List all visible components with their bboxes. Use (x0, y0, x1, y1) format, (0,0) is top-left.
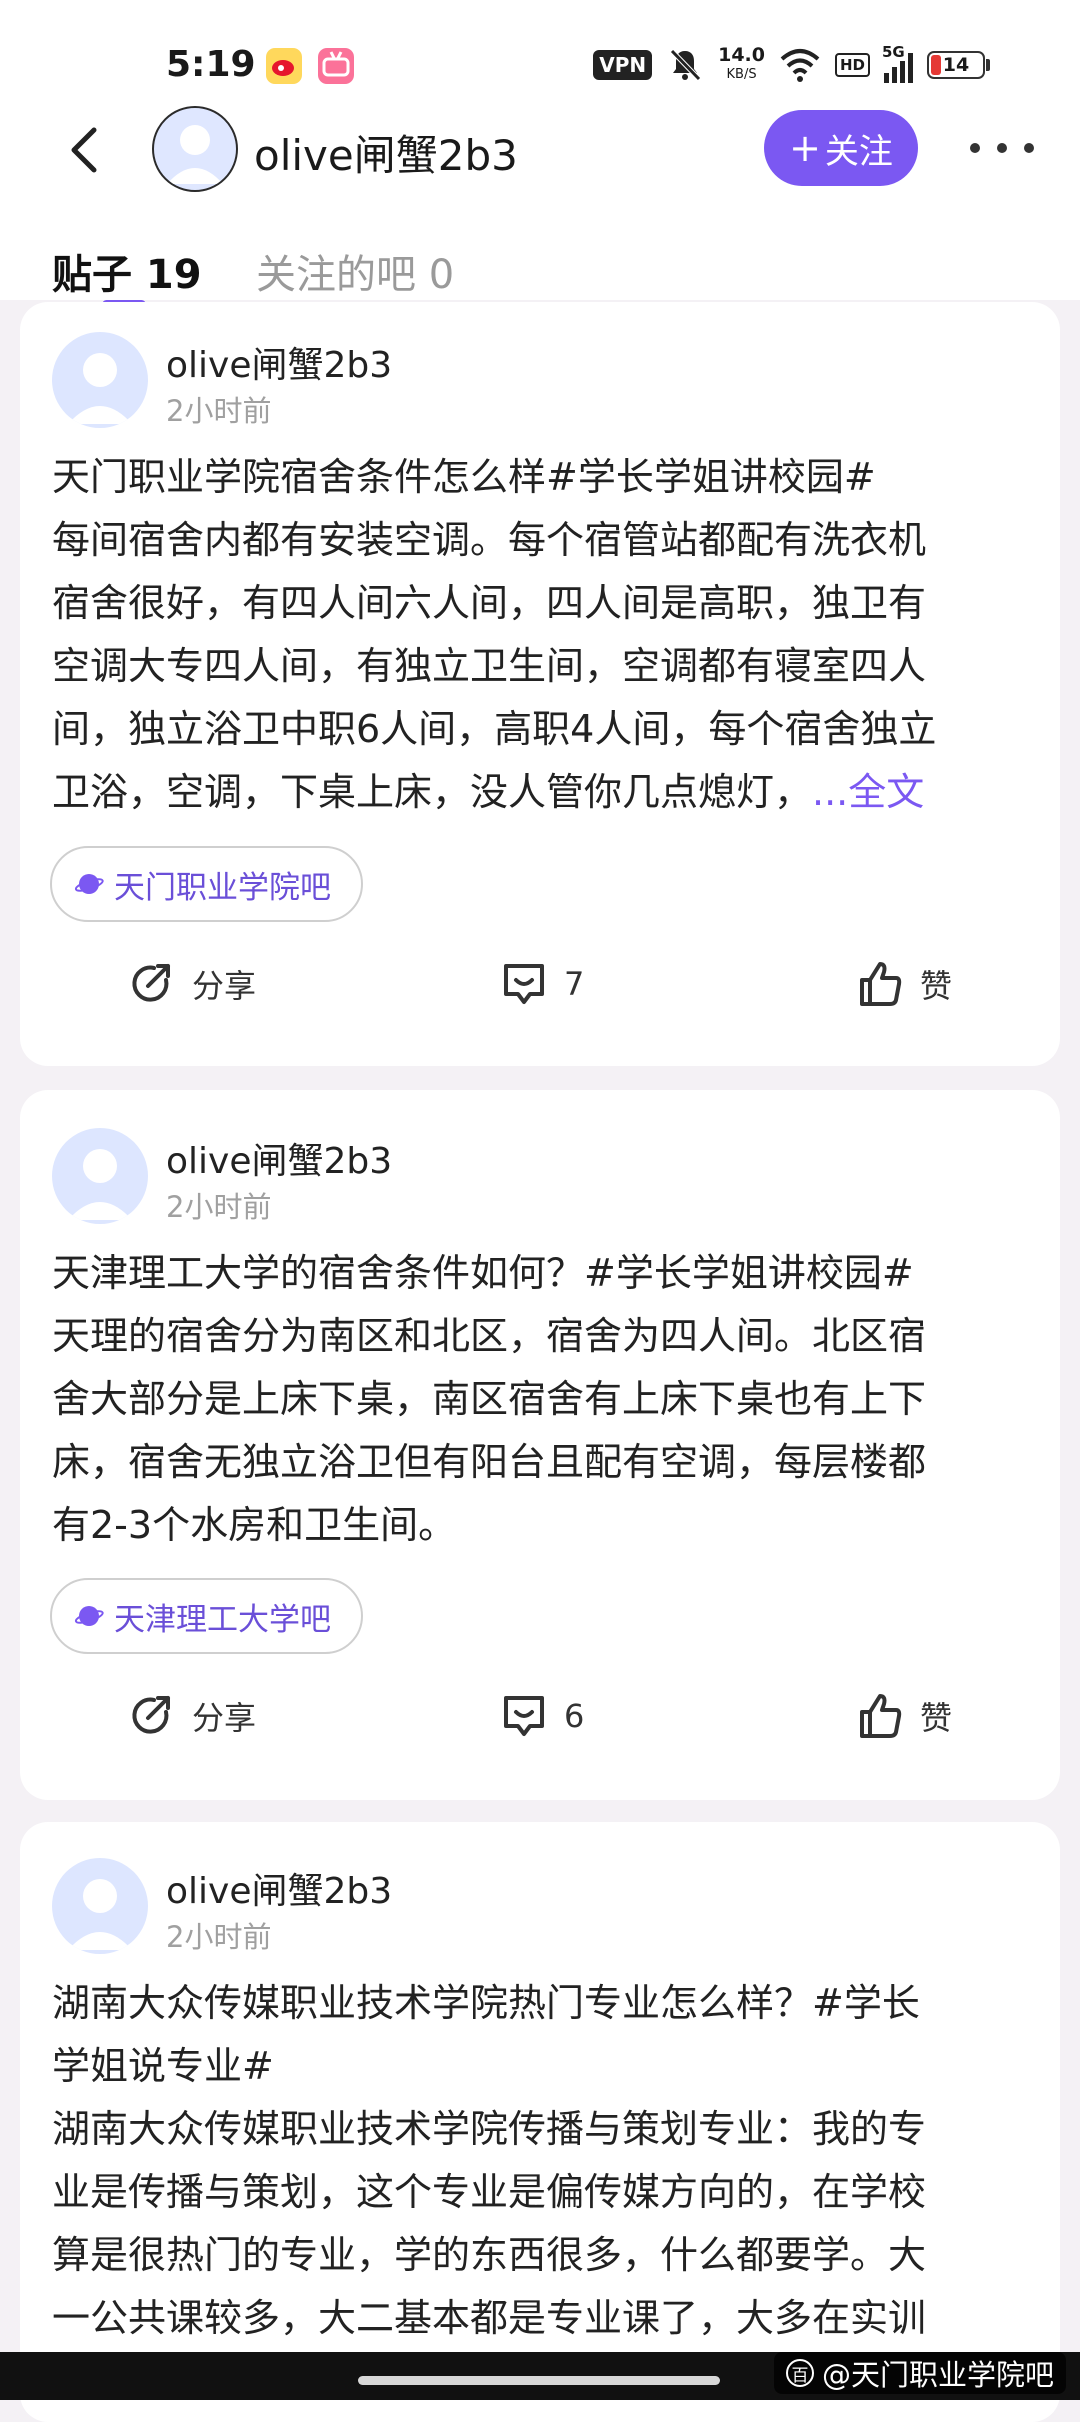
comment-icon (504, 1696, 544, 1736)
post-card[interactable]: olive闸蟹2b3 2小时前 湖南大众传媒职业技术学院热门专业怎么样？#学长 … (20, 1822, 1060, 2422)
post-line: 算是很热门的专业，学的东西很多，什么都要学。大 (52, 2233, 927, 2277)
post-author[interactable]: olive闸蟹2b3 (166, 1862, 392, 1914)
post-card[interactable]: olive闸蟹2b3 2小时前 天门职业学院宿舍条件怎么样#学长学姐讲校园# 每… (20, 302, 1060, 1066)
post-time: 2小时前 (166, 1190, 272, 1224)
post-line: 每间宿舍内都有安装空调。每个宿管站都配有洗衣机 (52, 518, 927, 562)
full-text-link[interactable]: 全文 (848, 770, 924, 814)
post-actions: 分享 7 赞 (20, 958, 1060, 1038)
post-line: 学姐说专业# (52, 2044, 274, 2088)
post-line: 有2-3个水房和卫生间。 (52, 1503, 457, 1547)
tieba-logo-icon: 百 (785, 2359, 814, 2387)
avatar[interactable] (152, 106, 238, 192)
planet-icon (74, 1606, 104, 1626)
post-line: 床，宿舍无独立浴卫但有阳台且配有空调，每层楼都 (52, 1440, 927, 1484)
home-indicator[interactable] (358, 2376, 720, 2385)
comment-button[interactable]: 6 (498, 1690, 584, 1742)
battery-icon: 14 (927, 51, 990, 79)
post-line: 湖南大众传媒职业技术学院传播与策划专业：我的专 (52, 2107, 927, 2151)
bilibili-app-icon (318, 48, 354, 84)
post-line: 湖南大众传媒职业技术学院热门专业怎么样？#学长 (52, 1981, 920, 2025)
status-bar: 5:19 VPN 14.0 KB/S HD 5G 14 (0, 0, 1080, 100)
plus-icon: + (789, 126, 821, 170)
vpn-badge: VPN (593, 50, 653, 80)
like-label: 赞 (920, 967, 953, 1005)
tab-posts[interactable]: 贴子 19 (52, 242, 202, 300)
status-icons: VPN 14.0 KB/S HD 5G 14 (593, 43, 990, 84)
post-line: 天理的宿舍分为南区和北区，宿舍为四人间。北区宿 (52, 1314, 927, 1358)
dot-icon (1024, 143, 1034, 153)
share-label: 分享 (192, 967, 257, 1005)
share-button[interactable]: 分享 (126, 1690, 256, 1742)
hd-badge: HD (834, 53, 870, 77)
post-time: 2小时前 (166, 394, 272, 428)
share-icon (132, 1696, 170, 1734)
comment-count: 6 (564, 1697, 585, 1735)
post-line: 宿舍很好，有四人间六人间，四人间是高职，独卫有 (52, 581, 927, 625)
share-button[interactable]: 分享 (126, 958, 256, 1010)
post-line: 一公共课较多，大二基本都是专业课了，大多在实训 (52, 2296, 927, 2340)
comment-count: 7 (564, 965, 585, 1003)
thumbs-up-icon (860, 1694, 902, 1738)
comment-icon (504, 964, 544, 1004)
signal-icon: 5G (882, 43, 913, 83)
watermark: 百 @天门职业学院吧 (773, 2352, 1066, 2394)
status-time: 5:19 (166, 44, 256, 85)
bar-tag-label: 天门职业学院吧 (114, 869, 331, 906)
thumbs-up-icon (860, 962, 902, 1006)
post-line: 天津理工大学的宿舍条件如何？#学长学姐讲校园# (52, 1251, 914, 1295)
post-author[interactable]: olive闸蟹2b3 (166, 1132, 392, 1184)
post-line: 卫浴，空调，下桌上床，没人管你几点熄灯， (52, 770, 813, 814)
planet-icon (74, 874, 104, 894)
bar-tag[interactable]: 天津理工大学吧 (50, 1578, 363, 1654)
post-body[interactable]: 湖南大众传媒职业技术学院热门专业怎么样？#学长 学姐说专业# 湖南大众传媒职业技… (52, 1972, 1042, 2350)
post-line: 间，独立浴卫中职6人间，高职4人间，每个宿舍独立 (52, 707, 937, 751)
post-body[interactable]: 天津理工大学的宿舍条件如何？#学长学姐讲校园# 天理的宿舍分为南区和北区，宿舍为… (52, 1242, 1042, 1557)
more-options-button[interactable] (970, 124, 1034, 172)
post-author[interactable]: olive闸蟹2b3 (166, 336, 392, 388)
avatar[interactable] (52, 1128, 148, 1224)
bar-tag-label: 天津理工大学吧 (114, 1601, 331, 1638)
tab-followed-bars[interactable]: 关注的吧 0 (256, 242, 454, 300)
follow-label: 关注 (824, 131, 893, 172)
dot-icon (997, 143, 1007, 153)
post-line: 舍大部分是上床下桌，南区宿舍有上床下桌也有上下 (52, 1377, 927, 1421)
post-card[interactable]: olive闸蟹2b3 2小时前 天津理工大学的宿舍条件如何？#学长学姐讲校园# … (20, 1090, 1060, 1800)
mute-bell-icon (670, 49, 701, 81)
post-line: 空调大专四人间，有独立卫生间，空调都有寝室四人 (52, 644, 927, 688)
chevron-left-icon (71, 127, 97, 173)
comment-button[interactable]: 7 (498, 958, 584, 1010)
wifi-icon (780, 49, 820, 82)
like-button[interactable]: 赞 (854, 1690, 952, 1742)
post-line: 天门职业学院宿舍条件怎么样#学长学姐讲校园# (52, 455, 876, 499)
share-label: 分享 (192, 1699, 257, 1737)
profile-username: olive闸蟹2b3 (254, 131, 518, 180)
avatar[interactable] (52, 1858, 148, 1954)
like-label: 赞 (920, 1699, 953, 1737)
dot-icon (970, 143, 980, 153)
avatar[interactable] (52, 332, 148, 428)
back-button[interactable] (60, 122, 116, 178)
share-icon (132, 964, 170, 1002)
post-actions: 分享 6 赞 (20, 1690, 1060, 1770)
network-speed: 14.0 KB/S (718, 44, 765, 83)
like-button[interactable]: 赞 (854, 958, 952, 1010)
follow-button[interactable]: + 关注 (764, 110, 918, 186)
post-line: 业是传播与策划，这个专业是偏传媒方向的，在学校 (52, 2170, 927, 2214)
post-body[interactable]: 天门职业学院宿舍条件怎么样#学长学姐讲校园# 每间宿舍内都有安装空调。每个宿管站… (52, 446, 1042, 824)
bar-tag[interactable]: 天门职业学院吧 (50, 846, 363, 922)
watermark-text: @天门职业学院吧 (821, 2358, 1054, 2392)
ellipsis: ... (812, 770, 849, 814)
weibo-app-icon (266, 48, 302, 84)
profile-header: olive闸蟹2b3 + 关注 贴子 19 关注的吧 0 (0, 100, 1080, 309)
post-time: 2小时前 (166, 1920, 272, 1954)
